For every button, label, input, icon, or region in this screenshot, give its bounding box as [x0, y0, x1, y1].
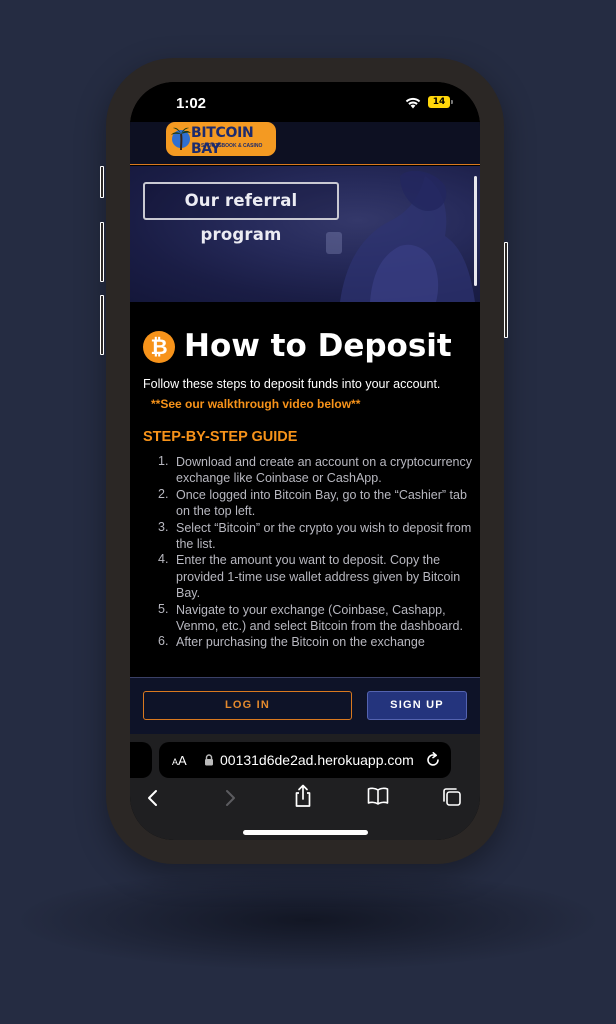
battery-icon: 14 — [428, 96, 450, 108]
step-number: 5. — [158, 601, 169, 616]
site-header: BITCOIN BAY SPORTSBOOK & CASINO — [130, 122, 480, 165]
address-bar[interactable]: AA 00131d6de2ad.herokuapp.com — [159, 742, 451, 778]
status-bar: 1:02 14 — [130, 82, 480, 122]
step-number: 6. — [158, 634, 169, 649]
page-title: How to Deposit — [184, 328, 452, 364]
lock-icon — [205, 754, 213, 766]
back-icon[interactable] — [146, 788, 160, 808]
text-size-button[interactable]: AA — [172, 753, 187, 768]
step-number: 3. — [158, 519, 169, 534]
forward-icon[interactable] — [223, 788, 237, 808]
auth-bar: LOG IN SIGN UP — [130, 677, 480, 734]
previous-tab-peek[interactable] — [130, 742, 152, 778]
scrollbar[interactable] — [474, 176, 477, 286]
phone-frame: 1:02 14 BITCOIN BAY SPORTSBOOK & CASINO … — [100, 58, 508, 864]
list-item: 1. Download and create an account on a c… — [130, 454, 480, 487]
referral-program-button[interactable]: Our referral program — [143, 182, 339, 244]
video-note: **See our walkthrough video below** — [151, 397, 361, 411]
login-button[interactable]: LOG IN — [143, 691, 352, 720]
guide-heading: STEP-BY-STEP GUIDE — [143, 429, 298, 445]
notch — [205, 82, 405, 110]
intro-text: Follow these steps to deposit funds into… — [143, 377, 441, 391]
step-text: Navigate to your exchange (Coinbase, Cas… — [176, 602, 463, 634]
bitcoin-bay-logo[interactable]: BITCOIN BAY SPORTSBOOK & CASINO — [166, 122, 276, 156]
phone-screen: 1:02 14 BITCOIN BAY SPORTSBOOK & CASINO … — [130, 82, 480, 840]
palm-tree-icon — [171, 127, 191, 151]
list-item: 6. After purchasing the Bitcoin on the e… — [130, 634, 480, 650]
side-button-volume-down — [100, 295, 104, 355]
url-text: 00131d6de2ad.herokuapp.com — [220, 752, 414, 768]
phone-shadow — [20, 870, 596, 970]
browser-toolbar: AA 00131d6de2ad.herokuapp.com — [130, 734, 480, 840]
step-text: Enter the amount you want to deposit. Co… — [176, 553, 461, 601]
step-text: Download and create an account on a cryp… — [176, 455, 473, 486]
step-text: Select “Bitcoin” or the crypto you wish … — [176, 520, 472, 552]
signup-button[interactable]: SIGN UP — [367, 691, 467, 720]
side-button-silent — [100, 166, 104, 198]
side-button-power — [504, 242, 508, 338]
bitcoin-icon: ₿ — [143, 331, 175, 363]
step-number: 4. — [158, 552, 169, 567]
list-item: 4. Enter the amount you want to deposit.… — [130, 552, 480, 601]
tabs-icon[interactable] — [442, 787, 462, 807]
logo-subtitle: SPORTSBOOK & CASINO — [201, 143, 263, 149]
bookmarks-icon[interactable] — [367, 787, 389, 805]
steps-list: 1. Download and create an account on a c… — [130, 454, 480, 651]
deposit-content: ₿ How to Deposit Follow these steps to d… — [130, 302, 480, 677]
step-text: After purchasing the Bitcoin on the exch… — [176, 635, 425, 650]
logo-title: BITCOIN BAY — [191, 125, 254, 156]
share-icon[interactable] — [293, 784, 313, 808]
home-indicator[interactable] — [243, 830, 368, 835]
step-text: Once logged into Bitcoin Bay, go to the … — [176, 487, 467, 519]
step-number: 1. — [158, 454, 169, 468]
list-item: 2. Once logged into Bitcoin Bay, go to t… — [130, 487, 480, 520]
status-time: 1:02 — [176, 95, 207, 112]
reload-icon[interactable] — [425, 752, 441, 768]
list-item: 3. Select “Bitcoin” or the crypto you wi… — [130, 520, 480, 553]
step-number: 2. — [158, 486, 169, 501]
battery-tip — [451, 100, 453, 104]
side-button-volume-up — [100, 222, 104, 282]
list-item: 5. Navigate to your exchange (Coinbase, … — [130, 602, 480, 635]
hero-banner: Our referral program — [130, 166, 480, 302]
wifi-icon — [405, 97, 421, 109]
